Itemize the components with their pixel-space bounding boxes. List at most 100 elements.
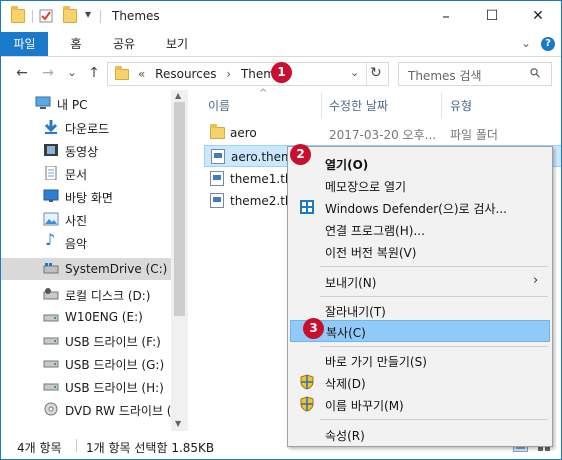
menu-item-open[interactable]: 열기(O) xyxy=(290,152,550,174)
sidebar-item-label: 바탕 화면 xyxy=(65,191,113,205)
menu-item-rename[interactable]: 이름 바꾸기(M) xyxy=(290,393,550,415)
back-button[interactable]: ← xyxy=(13,64,31,82)
sidebar-item-this-pc[interactable]: 내 PC xyxy=(1,92,171,114)
sidebar-item-label: USB 드라이브 (G:) xyxy=(65,358,165,372)
title-bar: ▾ Themes – ☐ ✕ xyxy=(1,1,561,32)
pc-icon xyxy=(35,96,51,109)
sidebar-item-usb-g[interactable]: USB 드라이브 (G:) xyxy=(1,352,171,374)
sidebar-item-music[interactable]: ♪ 음악 xyxy=(1,231,171,253)
sidebar-item-usb-f[interactable]: USB 드라이브 (F:) xyxy=(1,329,171,351)
sidebar-item-usb-h[interactable]: USB 드라이브 (H:) xyxy=(1,375,171,397)
menu-item-send-to[interactable]: 보내기(N) › xyxy=(290,270,550,292)
close-button[interactable]: ✕ xyxy=(515,1,561,32)
tab-view[interactable]: 보기 xyxy=(159,32,195,56)
tab-home[interactable]: 홈 xyxy=(61,32,91,56)
theme-file-icon xyxy=(210,171,224,186)
address-dropdown-icon[interactable]: ⌄ xyxy=(350,66,359,79)
menu-item-label: 연결 프로그램(H)... xyxy=(325,224,425,238)
context-menu: 열기(O) 메모장으로 열기 Windows Defender(으)로 검사..… xyxy=(287,146,553,447)
theme-file-icon xyxy=(210,193,224,208)
separator xyxy=(76,439,77,452)
scroll-up-icon[interactable]: ▲ xyxy=(175,91,181,100)
sidebar-item-label: 내 PC xyxy=(57,98,88,112)
refresh-icon[interactable]: ↻ xyxy=(370,65,382,81)
sidebar-item-label: 문서 xyxy=(65,168,88,182)
folder-icon xyxy=(11,6,25,23)
separator xyxy=(320,266,548,267)
folder-icon xyxy=(115,66,129,80)
menu-item-label: Windows Defender(으)로 검사... xyxy=(325,202,507,216)
menu-item-copy[interactable]: 복사(C) xyxy=(290,320,550,342)
menu-item-label: 잘라내기(T) xyxy=(325,305,386,319)
sidebar-item-system-drive[interactable]: SystemDrive (C:) xyxy=(1,258,171,280)
step-badge: 1 xyxy=(271,62,292,83)
tab-share[interactable]: 공유 xyxy=(106,32,142,56)
up-button[interactable]: ↑ xyxy=(85,64,103,82)
menu-item-cut[interactable]: 잘라내기(T) xyxy=(290,299,550,321)
menu-item-windows-defender-scan[interactable]: Windows Defender(으)로 검사... xyxy=(290,196,550,218)
column-header-date[interactable]: 수정한 날짜 xyxy=(329,97,388,114)
quick-access-dropdown-icon[interactable]: ▾ xyxy=(85,7,91,21)
window-title: Themes xyxy=(112,9,160,23)
sidebar-item-w10eng[interactable]: W10ENG (E:) xyxy=(1,306,171,328)
new-folder-icon[interactable] xyxy=(63,6,77,23)
menu-item-create-shortcut[interactable]: 바로 가기 만들기(S) xyxy=(290,349,550,371)
local-disk-icon xyxy=(43,288,59,300)
step-badge: 2 xyxy=(290,144,311,165)
help-icon[interactable]: ? xyxy=(541,37,555,51)
sidebar-item-dvd[interactable]: DVD RW 드라이브 ( xyxy=(1,398,171,420)
sidebar-item-label: 음악 xyxy=(65,237,88,251)
menu-item-label: 이름 바꾸기(M) xyxy=(325,399,404,413)
dvd-drive-icon xyxy=(44,402,58,416)
recent-locations-button[interactable]: ⌄ xyxy=(63,64,81,82)
menu-item-properties[interactable]: 속성(R) xyxy=(290,423,550,445)
file-name: aero xyxy=(230,126,257,140)
sidebar-item-label: SystemDrive (C:) xyxy=(65,262,168,276)
scrollbar-thumb[interactable] xyxy=(174,102,185,316)
breadcrumb-prefix[interactable]: « xyxy=(138,67,145,81)
menu-item-open-with[interactable]: 연결 프로그램(H)... xyxy=(290,218,550,240)
address-bar[interactable]: « Resources › Themes ⌄ ↻ xyxy=(107,62,389,86)
navigation-pane: 내 PC 다운로드 동영상 문서 바탕 화면 사진 ♪ 음악 SystemDri xyxy=(1,90,188,431)
file-type: 파일 폴더 xyxy=(450,128,498,142)
menu-item-delete[interactable]: 삭제(D) xyxy=(290,371,550,393)
separator xyxy=(441,92,442,118)
tab-file[interactable]: 파일 xyxy=(1,32,48,56)
column-header-name[interactable]: 이름 xyxy=(208,97,230,114)
menu-item-label: 바로 가기 만들기(S) xyxy=(325,355,427,369)
usb-drive-icon xyxy=(43,360,59,368)
forward-button[interactable]: → xyxy=(39,64,57,82)
windows-defender-icon xyxy=(300,200,314,214)
properties-icon[interactable] xyxy=(39,9,53,23)
sidebar-item-pictures[interactable]: 사진 xyxy=(1,208,171,230)
search-icon[interactable]: ⚲ xyxy=(527,65,544,82)
sidebar-item-documents[interactable]: 문서 xyxy=(1,162,171,184)
file-row-aero[interactable]: aero 2017-03-20 오후... 파일 폴더 xyxy=(204,122,561,144)
breadcrumb-resources[interactable]: Resources xyxy=(155,67,216,81)
search-box[interactable]: Themes 검색 ⚲ xyxy=(398,62,552,86)
video-icon xyxy=(44,144,58,156)
download-icon xyxy=(44,120,58,134)
sidebar-item-desktop[interactable]: 바탕 화면 xyxy=(1,185,171,207)
ribbon-expand-icon[interactable]: ⌄ xyxy=(521,36,531,50)
sidebar-scrollbar[interactable]: ▲ ▼ xyxy=(171,90,188,431)
shield-icon xyxy=(300,396,314,412)
column-header-type[interactable]: 유형 xyxy=(450,97,472,114)
maximize-button[interactable]: ☐ xyxy=(469,1,515,32)
breadcrumb-separator[interactable]: › xyxy=(226,67,231,81)
sort-indicator-icon: ^ xyxy=(259,88,268,99)
drive-icon xyxy=(43,314,59,322)
sidebar-item-downloads[interactable]: 다운로드 xyxy=(1,116,171,138)
search-input[interactable]: Themes 검색 xyxy=(408,67,482,84)
file-date: 2017-03-20 오후... xyxy=(329,128,437,142)
step-badge: 3 xyxy=(303,318,324,339)
menu-item-restore-previous[interactable]: 이전 버전 복원(V) xyxy=(290,240,550,262)
scroll-down-icon[interactable]: ▼ xyxy=(175,419,181,428)
menu-item-open-with-notepad[interactable]: 메모장으로 열기 xyxy=(290,174,550,196)
system-drive-icon xyxy=(43,263,59,274)
ribbon-tabs: 파일 홈 공유 보기 ⌄ ? xyxy=(1,32,561,57)
sidebar-item-videos[interactable]: 동영상 xyxy=(1,139,171,161)
sidebar-item-local-disk[interactable]: 로컬 디스크 (D:) xyxy=(1,283,171,305)
minimize-button[interactable]: – xyxy=(423,1,469,32)
menu-item-label: 보내기(N) xyxy=(325,276,377,290)
